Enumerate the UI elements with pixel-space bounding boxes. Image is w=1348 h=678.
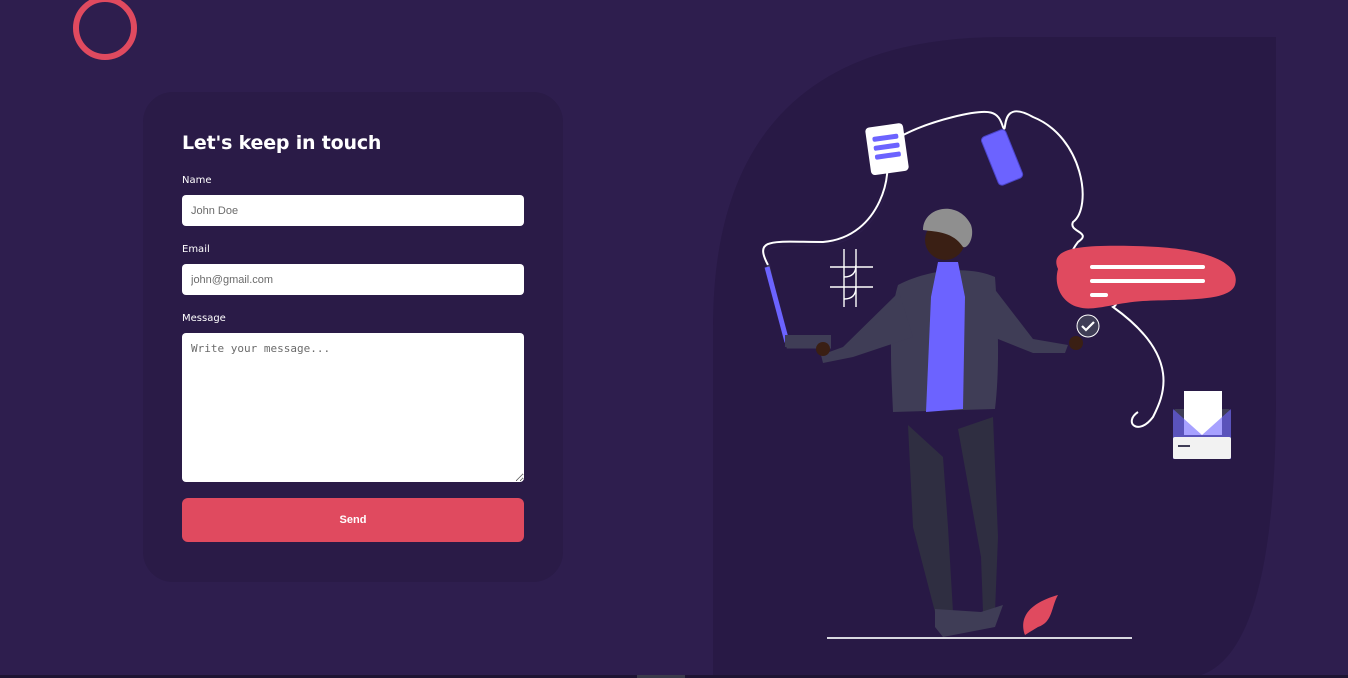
document-icon [865, 123, 909, 176]
email-label: Email [182, 244, 210, 255]
contact-illustration [713, 37, 1276, 678]
checkmark-icon [1076, 314, 1100, 338]
name-input[interactable] [182, 195, 524, 226]
email-input[interactable] [182, 264, 524, 295]
message-textarea[interactable] [182, 333, 524, 482]
send-button[interactable]: Send [182, 498, 524, 542]
name-label: Name [182, 175, 212, 186]
logo-ring-icon[interactable] [73, 0, 137, 60]
message-label: Message [182, 313, 226, 324]
form-title: Let's keep in touch [182, 132, 382, 154]
